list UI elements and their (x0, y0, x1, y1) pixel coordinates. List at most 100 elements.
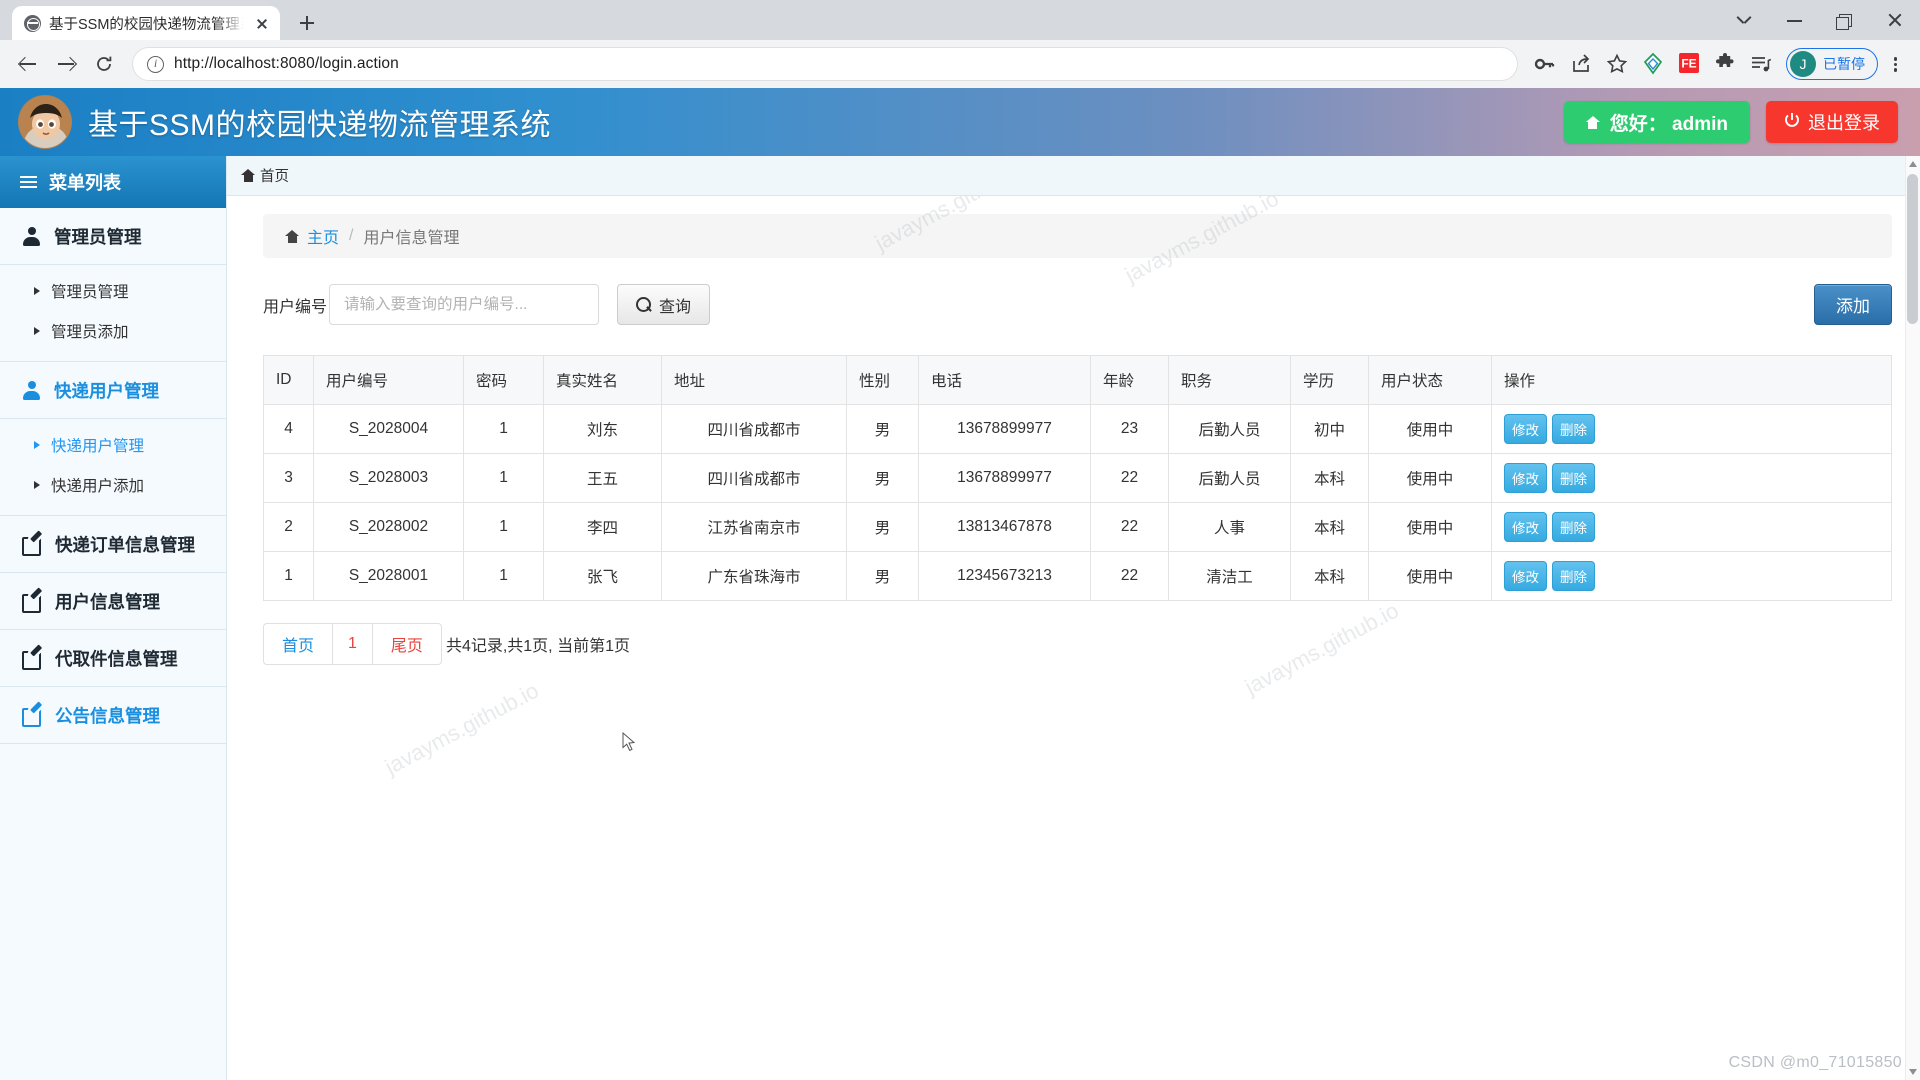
delete-button[interactable]: 删除 (1552, 561, 1595, 591)
table-body: 4 S_2028004 1 刘东 四川省成都市 男 13678899977 23… (264, 405, 1892, 601)
query-button[interactable]: 查询 (617, 284, 710, 325)
cell-code: S_2028003 (314, 454, 464, 503)
cell-address: 四川省成都市 (662, 454, 847, 503)
column-header-name: 真实姓名 (544, 356, 662, 405)
sidebar-item-label: 管理员管理 (51, 280, 129, 302)
cell-address: 四川省成都市 (662, 405, 847, 454)
sidebar-item-order-info[interactable]: 快递订单信息管理 (0, 516, 226, 573)
minimize-icon[interactable] (1770, 0, 1820, 40)
cell-address: 江苏省南京市 (662, 503, 847, 552)
breadcrumb-home-link[interactable]: 主页 (307, 224, 339, 248)
table-row: 2 S_2028002 1 李四 江苏省南京市 男 13813467878 22… (264, 503, 1892, 552)
address-bar[interactable]: http://localhost:8080/login.action (132, 47, 1518, 81)
home-icon (241, 169, 255, 182)
user-icon (22, 227, 41, 246)
column-header-state: 用户状态 (1369, 356, 1492, 405)
cell-education: 本科 (1291, 552, 1369, 601)
profile-status-label: 已暂停 (1823, 54, 1865, 74)
logo-avatar-icon (18, 95, 72, 149)
sidebar-item-label: 代取件信息管理 (55, 646, 178, 671)
search-bar: 用户编号 查询 添加 (263, 284, 1892, 325)
scroll-thumb[interactable] (1907, 174, 1918, 324)
scroll-down-icon[interactable] (1909, 1069, 1917, 1075)
caret-right-icon (34, 287, 40, 295)
site-info-icon[interactable] (147, 56, 164, 73)
new-tab-button[interactable] (290, 6, 324, 40)
sidebar-item-label: 公告信息管理 (55, 703, 160, 728)
cell-age: 22 (1091, 552, 1169, 601)
sidebar-item-admin-add[interactable]: 管理员添加 (0, 311, 226, 351)
fe-extension-icon[interactable]: FE (1672, 47, 1706, 81)
search-icon (636, 297, 651, 312)
kebab-menu-icon[interactable] (1880, 47, 1910, 81)
sidebar-item-express-user-manage[interactable]: 快递用户管理 (0, 425, 226, 465)
sidebar-item-user-info[interactable]: 用户信息管理 (0, 573, 226, 630)
chevron-down-icon[interactable] (1720, 0, 1770, 40)
svg-text:FE: FE (1681, 57, 1696, 71)
browser-tab[interactable]: 基于SSM的校园快递物流管理系统 (12, 6, 280, 40)
cell-state: 使用中 (1369, 454, 1492, 503)
pagination-last-button[interactable]: 尾页 (373, 624, 441, 664)
edit-button[interactable]: 修改 (1504, 414, 1547, 444)
diamond-extension-icon[interactable] (1636, 47, 1670, 81)
pagination-current-page[interactable]: 1 (333, 624, 373, 664)
restore-icon[interactable] (1820, 0, 1870, 40)
sidebar-group-label: 管理员管理 (54, 224, 142, 249)
edit-button[interactable]: 修改 (1504, 512, 1547, 542)
sidebar-group-label: 快递用户管理 (54, 378, 159, 403)
edit-button[interactable]: 修改 (1504, 463, 1547, 493)
star-icon[interactable] (1600, 47, 1634, 81)
browser-window: 基于SSM的校园快递物流管理系统 http://localhost:8080/l… (0, 0, 1920, 1080)
search-label: 用户编号 (263, 293, 327, 317)
app-header: 基于SSM的校园快递物流管理系统 您好： admin 退出登录 (0, 88, 1920, 156)
sidebar-group-admin[interactable]: 管理员管理 (0, 208, 226, 265)
site-watermark: javayms.github.io (381, 678, 543, 781)
edit-button[interactable]: 修改 (1504, 561, 1547, 591)
reload-icon[interactable] (86, 46, 122, 82)
sidebar-item-pickup-info[interactable]: 代取件信息管理 (0, 630, 226, 687)
delete-button[interactable]: 删除 (1552, 463, 1595, 493)
column-header-actions: 操作 (1492, 356, 1892, 405)
share-icon[interactable] (1564, 47, 1598, 81)
cell-state: 使用中 (1369, 552, 1492, 601)
column-header-address: 地址 (662, 356, 847, 405)
cell-actions: 修改删除 (1492, 552, 1892, 601)
sidebar-item-notice-info[interactable]: 公告信息管理 (0, 687, 226, 744)
cell-code: S_2028002 (314, 503, 464, 552)
greeting-button[interactable]: 您好： admin (1564, 101, 1750, 143)
sidebar-item-express-user-add[interactable]: 快递用户添加 (0, 465, 226, 505)
avatar: J (1790, 51, 1816, 77)
sidebar-group-express-user[interactable]: 快递用户管理 (0, 362, 226, 419)
media-list-icon[interactable] (1744, 47, 1778, 81)
cell-age: 22 (1091, 454, 1169, 503)
sidebar-item-label: 管理员添加 (51, 320, 129, 342)
sidebar-item-admin-manage[interactable]: 管理员管理 (0, 271, 226, 311)
search-input[interactable] (329, 284, 599, 325)
pagination-first-button[interactable]: 首页 (264, 624, 333, 664)
cell-job: 清洁工 (1169, 552, 1291, 601)
delete-button[interactable]: 删除 (1552, 414, 1595, 444)
scroll-up-icon[interactable] (1909, 161, 1917, 167)
edit-icon (22, 649, 42, 668)
cell-name: 王五 (544, 454, 662, 503)
add-button[interactable]: 添加 (1814, 284, 1892, 325)
content-tab-bar: 首页 (227, 156, 1920, 196)
puzzle-icon[interactable] (1708, 47, 1742, 81)
cell-password: 1 (464, 405, 544, 454)
profile-pill[interactable]: J 已暂停 (1786, 48, 1878, 80)
cell-job: 人事 (1169, 503, 1291, 552)
logout-button[interactable]: 退出登录 (1766, 101, 1898, 143)
close-icon[interactable] (1870, 0, 1920, 40)
cell-id: 3 (264, 454, 314, 503)
content-tab-label[interactable]: 首页 (260, 165, 289, 186)
key-icon[interactable] (1528, 47, 1562, 81)
edit-icon (22, 535, 42, 554)
close-icon[interactable] (252, 13, 272, 33)
page-scrollbar[interactable] (1905, 156, 1920, 1080)
forward-arrow-icon[interactable] (48, 46, 84, 82)
cell-tel: 12345673213 (919, 552, 1091, 601)
column-header-code: 用户编号 (314, 356, 464, 405)
delete-button[interactable]: 删除 (1552, 512, 1595, 542)
back-arrow-icon[interactable] (10, 46, 46, 82)
cell-education: 本科 (1291, 503, 1369, 552)
